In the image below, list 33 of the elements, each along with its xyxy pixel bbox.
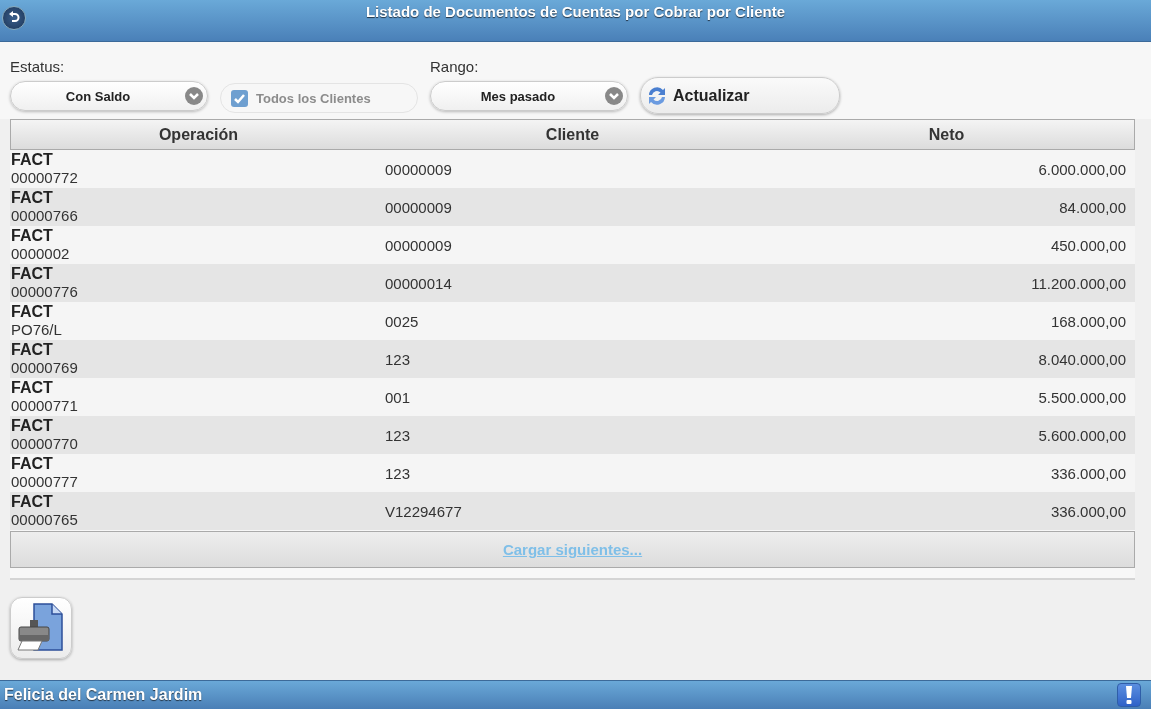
net-amount-cell: 84.000,00 — [758, 188, 1135, 226]
client-cell: V12294677 — [385, 492, 758, 530]
column-header: Operación — [11, 120, 386, 149]
user-name: Felicia del Carmen Jardim — [4, 686, 203, 704]
column-header: Neto — [759, 120, 1134, 149]
net-amount-cell: 11.200.000,00 — [758, 264, 1135, 302]
refresh-button[interactable]: Actualizar — [640, 77, 840, 114]
chevron-down-icon — [185, 87, 203, 105]
column-header: Cliente — [386, 120, 759, 149]
exclamation-icon — [1125, 686, 1133, 704]
net-amount-cell: 5.600.000,00 — [758, 416, 1135, 454]
net-amount-cell: 8.040.000,00 — [758, 340, 1135, 378]
range-label: Rango: — [430, 58, 480, 75]
page-title: Listado de Documentos de Cuentas por Cobrar por Cliente — [364, 2, 787, 20]
range-dropdown[interactable]: Mes pasado — [430, 81, 628, 111]
back-button[interactable] — [2, 6, 26, 30]
back-arrow-icon — [7, 11, 21, 25]
client-cell: 123 — [385, 416, 758, 454]
client-cell: 123 — [385, 340, 758, 378]
operation-cell: FACT 00000776 — [10, 264, 385, 302]
operation-cell: FACT 00000766 — [10, 188, 385, 226]
net-amount-cell: 336.000,00 — [758, 492, 1135, 530]
status-dropdown[interactable]: Con Saldo — [10, 81, 208, 111]
operation-cell: FACT 00000765 — [10, 492, 385, 530]
chevron-down-icon — [605, 87, 623, 105]
status-label: Estatus: — [10, 58, 66, 75]
client-cell: 00000009 — [385, 188, 758, 226]
printer-document-icon — [16, 602, 66, 654]
operation-cell: FACT 00000770 — [10, 416, 385, 454]
operation-cell: FACT 00000769 — [10, 340, 385, 378]
client-cell: 00000014 — [385, 264, 758, 302]
print-button[interactable] — [10, 597, 72, 659]
alert-button[interactable] — [1117, 683, 1141, 707]
